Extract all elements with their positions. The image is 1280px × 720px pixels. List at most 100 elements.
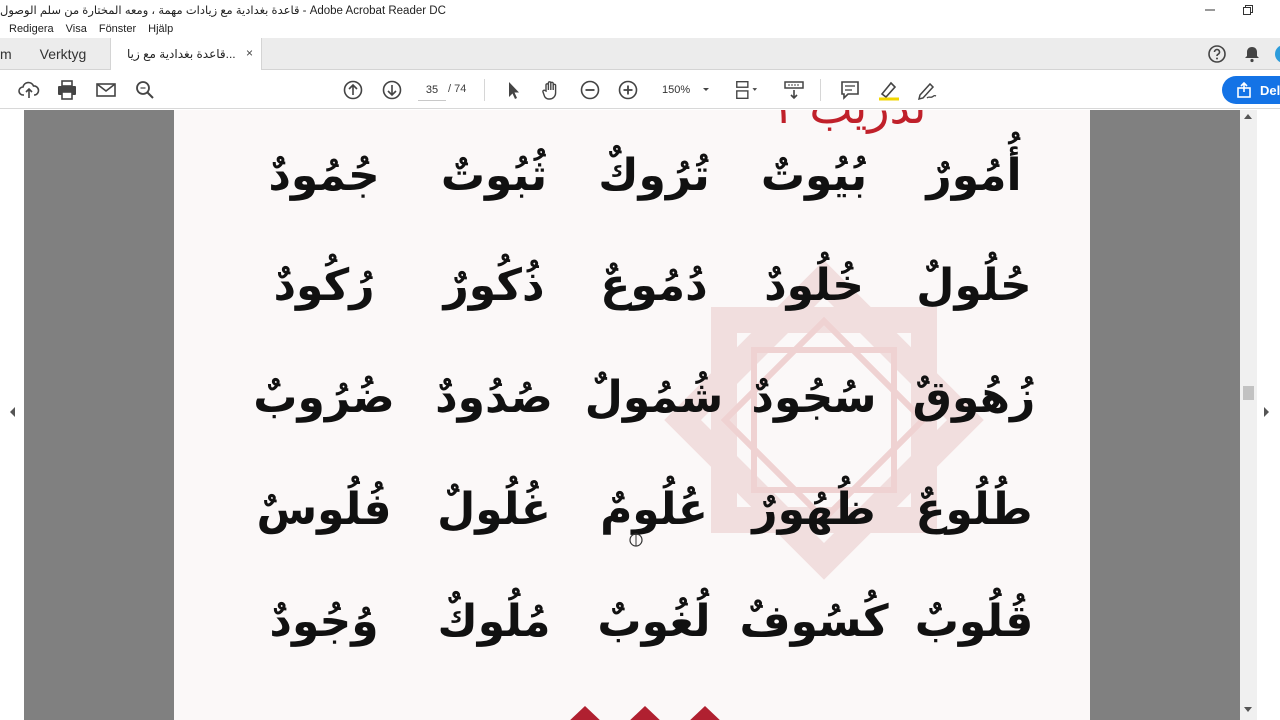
page-fit-icon	[736, 80, 758, 99]
title-bar: قاعدة بغدادية مع زيادات مهمة ، ومعه المخ…	[0, 0, 1280, 20]
hand-tool-button[interactable]	[539, 78, 563, 102]
arabic-word: ظُهُورٌ	[752, 484, 876, 535]
email-button[interactable]	[94, 78, 118, 102]
exercise-heading: تدريب ١	[770, 110, 926, 134]
zoom-in-button[interactable]	[616, 78, 640, 102]
arabic-word: مُلُوكٌ	[437, 596, 551, 647]
menu-hjalp[interactable]: Hjälp	[148, 23, 173, 35]
tab-close-icon[interactable]: ×	[246, 46, 253, 60]
toolbar-divider	[484, 79, 485, 101]
tab-bar: m Verktyg قاعدة بغدادية مع زيا... ×	[0, 38, 1280, 70]
menu-redigera[interactable]: Redigera	[9, 23, 54, 35]
arabic-word: دُمُوعٌ	[600, 260, 708, 311]
account-avatar[interactable]	[1272, 42, 1280, 66]
tab-home[interactable]: m	[0, 38, 16, 69]
arabic-word: سُجُودٌ	[751, 372, 877, 423]
share-button[interactable]: Dela	[1222, 76, 1280, 104]
comment-icon	[841, 81, 859, 100]
ornament-icon	[570, 706, 600, 720]
next-page-button[interactable]	[380, 78, 404, 102]
tab-tools[interactable]: Verktyg	[20, 38, 106, 69]
arabic-word: رُكُودٌ	[273, 260, 375, 311]
zoom-level-value: 150%	[662, 84, 691, 96]
cloud-upload-icon	[18, 81, 40, 98]
minimize-icon	[1205, 9, 1215, 11]
restore-icon	[1243, 5, 1253, 15]
arabic-word: شُمُولٌ	[584, 372, 724, 423]
menu-bar: Redigera Visa Fönster Hjälp	[0, 20, 1280, 38]
print-button[interactable]	[55, 78, 79, 102]
ornament-icon	[630, 706, 660, 720]
keyboard-scroll-icon	[784, 81, 804, 100]
arrow-down-circle-icon	[382, 80, 402, 100]
avatar-icon	[1275, 45, 1280, 63]
arabic-word: زُهُوقٌ	[912, 372, 1036, 423]
tab-document[interactable]: قاعدة بغدادية مع زيا... ×	[110, 38, 262, 70]
text-cursor-icon	[629, 533, 643, 547]
chevron-down-icon	[703, 88, 709, 91]
tab-document-label: قاعدة بغدادية مع زيا...	[127, 47, 236, 61]
arabic-word: قُلُوبٌ	[914, 596, 1034, 647]
arabic-word: لُغُوبٌ	[597, 596, 711, 647]
arabic-word: بُيُوتٌ	[760, 150, 868, 201]
help-icon	[1208, 45, 1226, 63]
zoom-out-button[interactable]	[578, 78, 602, 102]
menu-fonster[interactable]: Fönster	[99, 23, 136, 35]
select-tool-button[interactable]	[501, 78, 525, 102]
left-pane-strip	[0, 110, 24, 720]
arabic-word: كُسُوفٌ	[739, 596, 889, 647]
highlight-button[interactable]	[877, 78, 901, 102]
expand-left-pane-icon[interactable]	[9, 406, 17, 418]
notifications-button[interactable]	[1240, 42, 1264, 66]
scrollbar-thumb[interactable]	[1243, 386, 1254, 400]
minimize-button[interactable]	[1192, 0, 1228, 20]
envelope-icon	[96, 83, 116, 97]
bell-icon	[1245, 47, 1259, 63]
arabic-word: حُلُولٌ	[916, 260, 1032, 311]
arabic-word: طُلُوعٌ	[915, 484, 1033, 535]
menu-visa[interactable]: Visa	[66, 23, 87, 35]
bottom-ornaments	[564, 704, 726, 720]
arabic-word: خُلُودٌ	[764, 260, 864, 311]
page-number-input[interactable]	[418, 79, 446, 101]
arrow-up-circle-icon	[343, 80, 363, 100]
find-button[interactable]	[133, 78, 157, 102]
share-icon	[1237, 82, 1251, 98]
restore-button[interactable]	[1230, 0, 1266, 20]
arabic-word: تُرُوكٌ	[598, 150, 710, 201]
zoom-in-icon	[618, 80, 638, 100]
sign-button[interactable]	[915, 78, 939, 102]
main-toolbar: / 74 150%	[0, 71, 1280, 109]
arabic-word: فُلُوسٌ	[256, 484, 392, 535]
scroll-mode-button[interactable]	[782, 78, 806, 102]
zoom-out-icon	[580, 80, 600, 100]
share-button-label: Dela	[1260, 82, 1280, 98]
arabic-word: أُمُورٌ	[926, 150, 1022, 201]
ornament-icon	[690, 706, 720, 720]
search-icon	[136, 81, 154, 99]
expand-right-pane-icon[interactable]	[1262, 406, 1270, 418]
page-total: / 74	[448, 83, 467, 95]
zoom-level-select[interactable]: 150%	[652, 79, 714, 101]
pdf-page: تدريب ١ أُمُورٌ بُيُوتٌ تُرُوكٌ ثُبُوتٌ جُمُ…	[174, 110, 1090, 720]
signature-pen-icon	[917, 82, 937, 101]
arabic-word: ذُكُورٌ	[443, 260, 545, 311]
help-button[interactable]	[1205, 42, 1229, 66]
arabic-word: جُمُودٌ	[268, 150, 380, 201]
arabic-word: عُلُومٌ	[600, 484, 708, 535]
hand-icon	[542, 81, 557, 100]
cursor-arrow-icon	[509, 82, 519, 99]
page-layout-button[interactable]	[734, 78, 758, 102]
scroll-up-icon[interactable]	[1243, 112, 1253, 120]
comment-button[interactable]	[838, 78, 862, 102]
toolbar-divider	[820, 79, 821, 101]
scroll-down-icon[interactable]	[1243, 706, 1253, 714]
right-pane-strip	[1257, 110, 1280, 720]
vertical-scrollbar[interactable]	[1240, 110, 1257, 720]
upload-cloud-button[interactable]	[17, 78, 41, 102]
printer-icon	[58, 80, 76, 100]
window-title: قاعدة بغدادية مع زيادات مهمة ، ومعه المخ…	[0, 5, 446, 17]
previous-page-button[interactable]	[341, 78, 365, 102]
arabic-word: ضُرُوبٌ	[253, 372, 395, 423]
arabic-word: وُجُودٌ	[269, 596, 379, 647]
